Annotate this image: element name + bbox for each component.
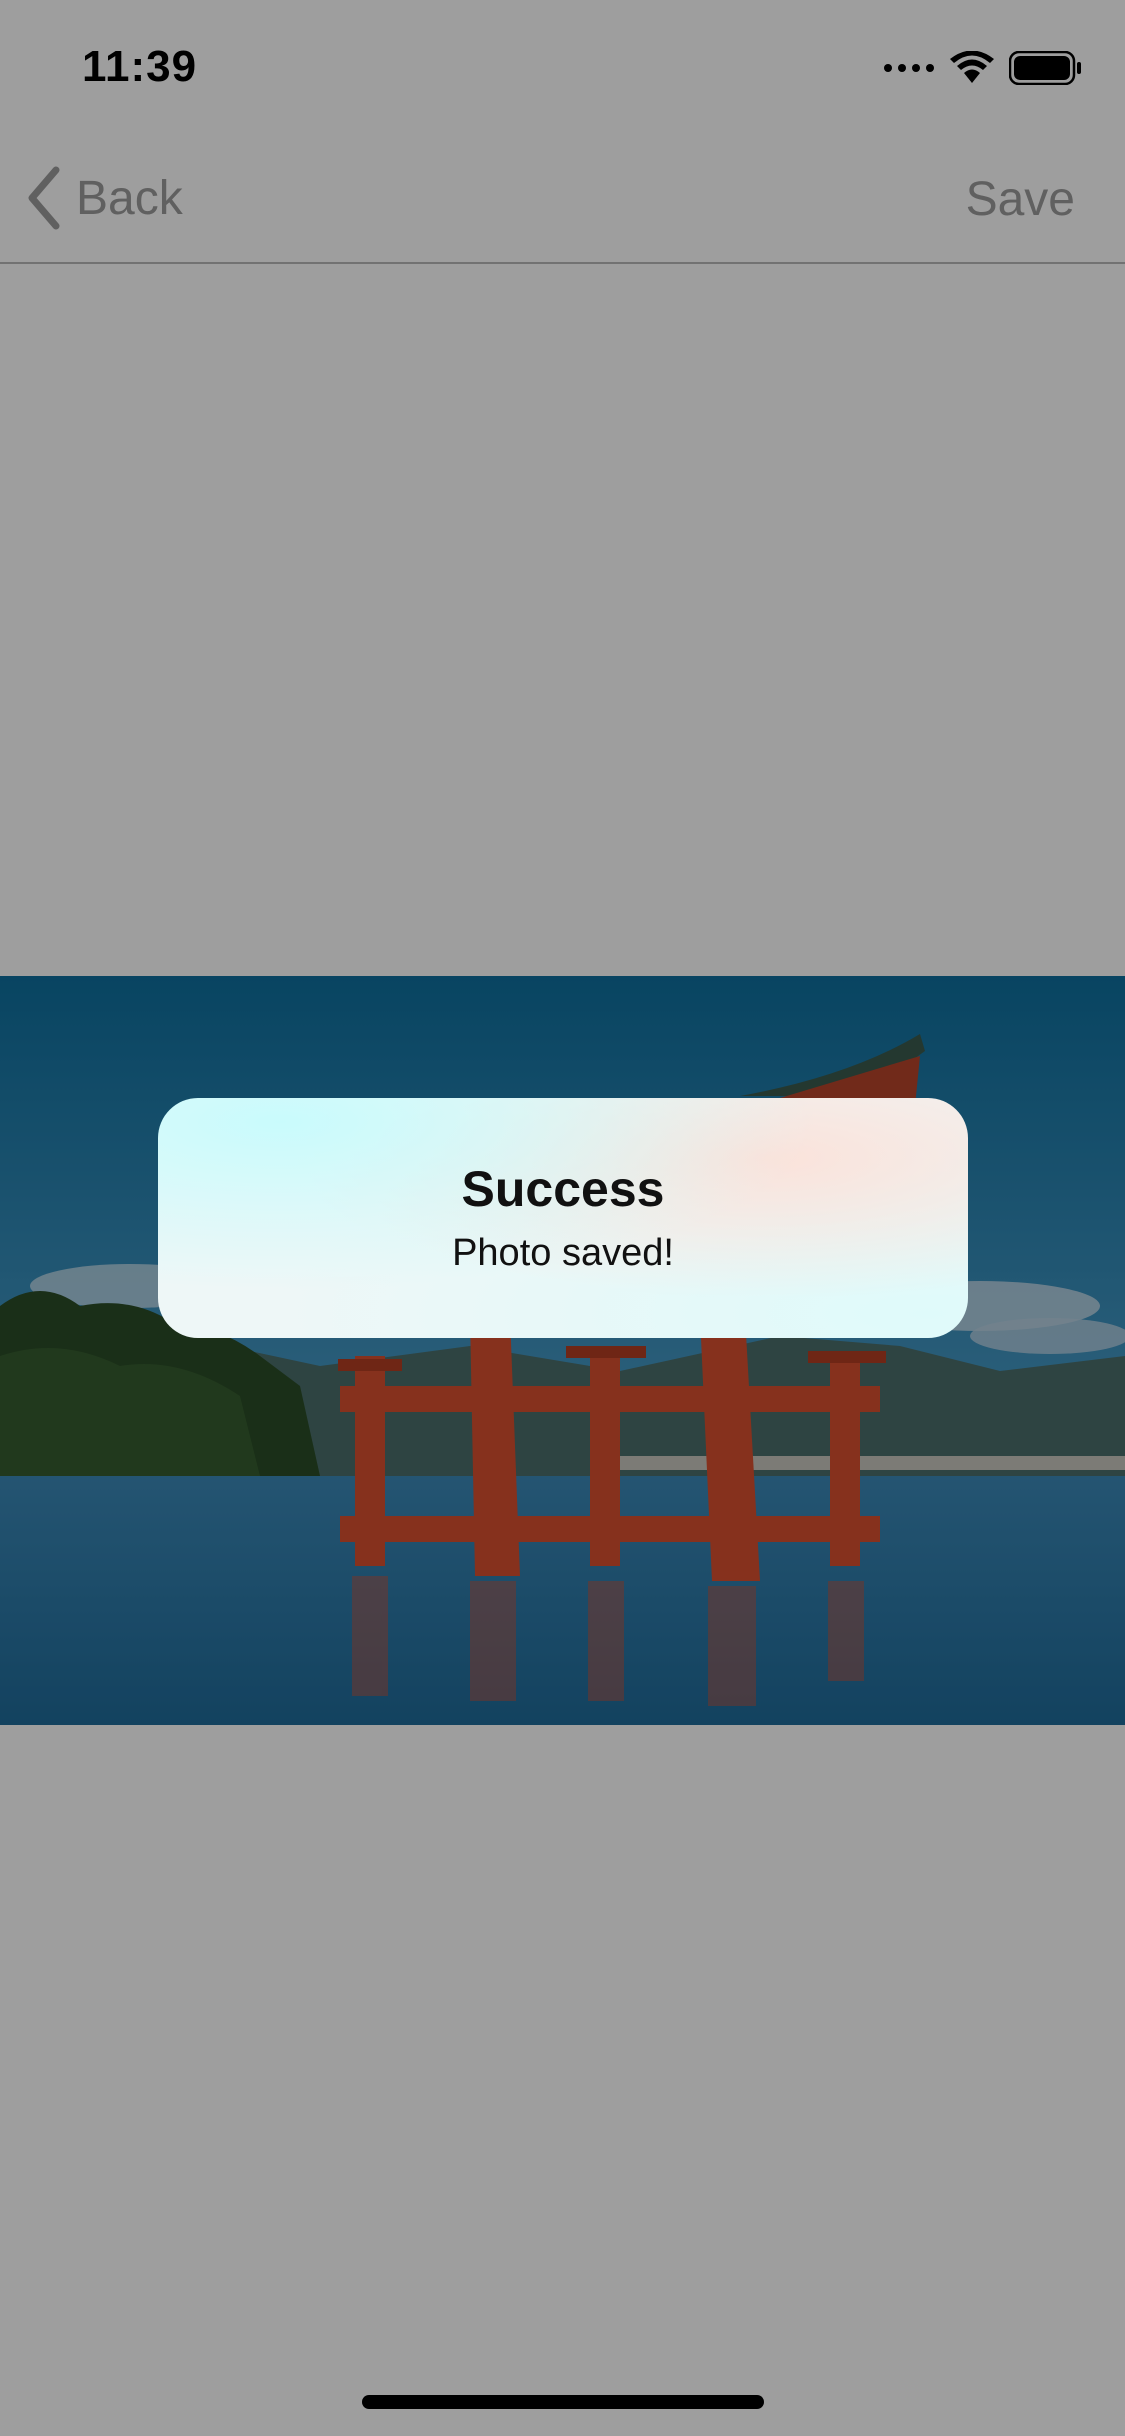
alert-title: Success [461,1161,665,1217]
success-alert: Success Photo saved! [158,1098,968,1338]
alert-message: Photo saved! [452,1232,674,1274]
home-indicator[interactable] [362,2395,764,2409]
